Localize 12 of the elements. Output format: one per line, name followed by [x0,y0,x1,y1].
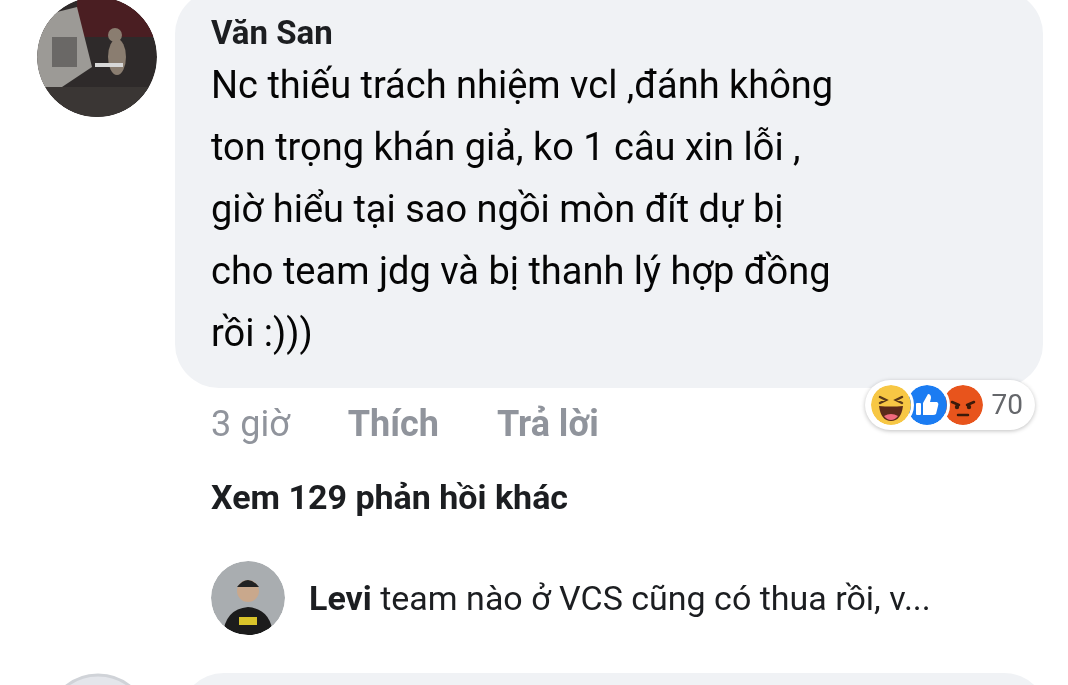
comment-author[interactable]: Văn San [211,12,1013,54]
reaction-count: 70 [991,387,1023,423]
comment-text-line: giờ hiểu tại sao ngồi mòn đít dự bị [211,186,785,233]
comment-text-line: cho team jdg và bị thanh lý hợp đồng [211,248,832,295]
comment-text-line: rồi :))) [211,310,314,357]
comment-text-line: Nc thiếu trách nhiệm vcl ,đánh không [211,62,835,109]
reply-preview[interactable]: Levi team nào ở VCS cũng có thua rồi, v... [309,572,931,624]
comment-text-line: ton trọng khán giả, ko 1 câu xin lỗi , [211,124,802,171]
reply-author[interactable]: Levi [309,577,372,618]
reactions-badge[interactable]: 70 [864,380,1035,430]
more-replies-link[interactable]: Xem 129 phản hồi khác [175,472,1043,523]
comment-time: 3 giờ [211,402,290,447]
